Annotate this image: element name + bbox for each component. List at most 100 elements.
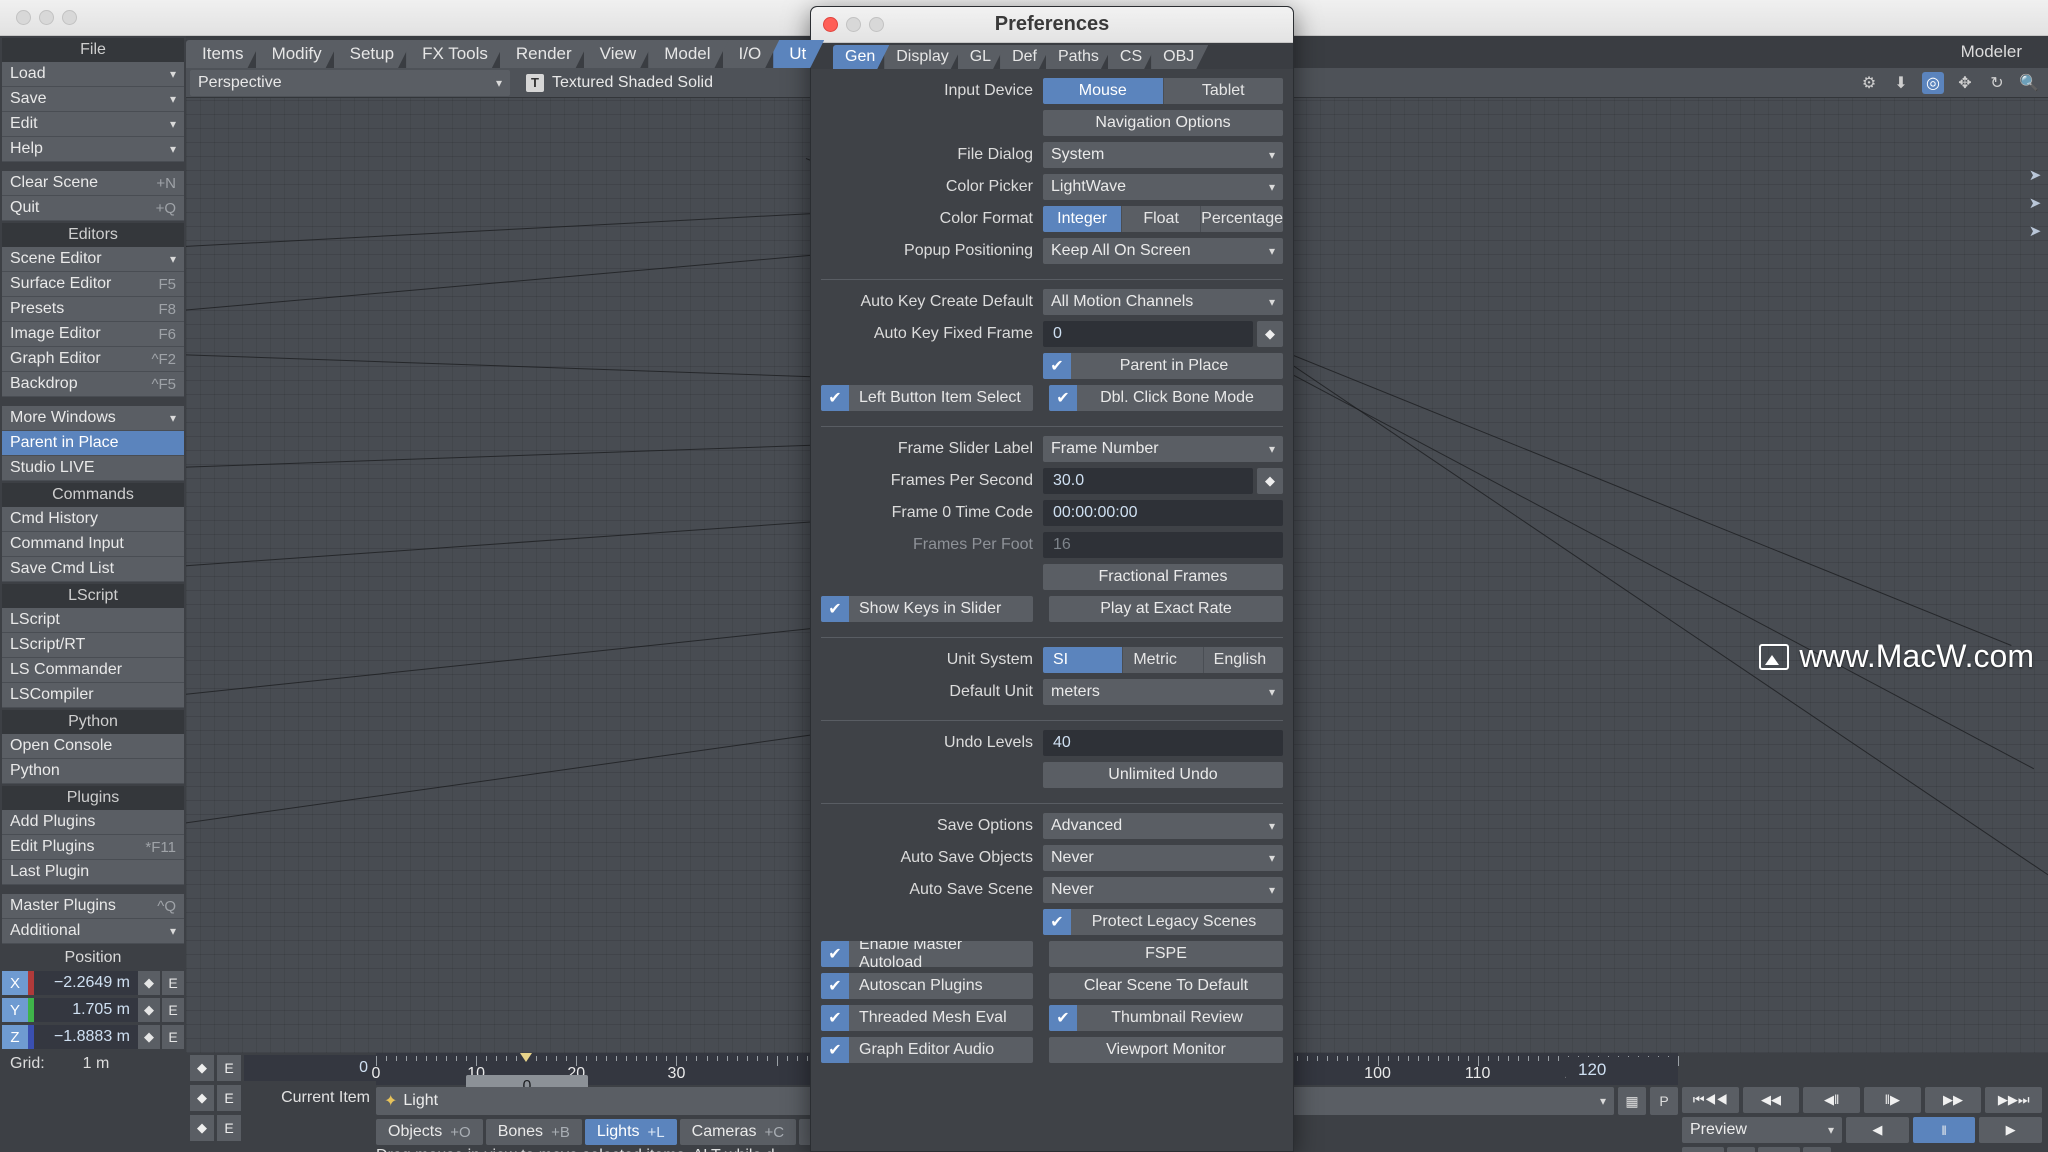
dropdown-file-dialog[interactable]: System ▾ <box>1043 142 1283 168</box>
sidebar-item-ls-commander[interactable]: LS Commander <box>2 658 184 683</box>
envelope-button[interactable]: E <box>162 971 184 995</box>
segment-mouse[interactable]: Mouse <box>1043 78 1164 104</box>
sidebar-item-last-plugin[interactable]: Last Plugin <box>2 860 184 885</box>
panel-button[interactable]: P <box>1650 1087 1678 1115</box>
prefs-tab-gl[interactable]: GL <box>958 45 1005 69</box>
button-unlimited-undo[interactable]: Unlimited Undo <box>1043 762 1283 788</box>
segment-metric[interactable]: Metric <box>1123 647 1204 673</box>
checkbox-parent-in-place[interactable]: ✔ Parent in Place <box>1043 353 1283 379</box>
selection-mode-cameras[interactable]: Cameras +C <box>679 1119 797 1145</box>
sidebar-item-scene-editor[interactable]: Scene Editor ▾ <box>2 247 184 272</box>
transport-button-0[interactable]: ⏮◀◀ <box>1682 1087 1739 1113</box>
input-frame-0-time-code[interactable]: 00:00:00:00 <box>1043 500 1283 526</box>
play-button[interactable]: ▶ <box>1979 1117 2043 1143</box>
sidebar-item-lscompiler[interactable]: LSCompiler <box>2 683 184 708</box>
axis-toggle-x[interactable]: X <box>2 971 28 995</box>
sidebar-item-edit-plugins[interactable]: Edit Plugins *F11 <box>2 835 184 860</box>
sidebar-item-additional[interactable]: Additional ▾ <box>2 919 184 944</box>
sidebar-item-lscript-rt[interactable]: LScript/RT <box>2 633 184 658</box>
prefs-tab-obj[interactable]: OBJ <box>1151 45 1208 69</box>
move-icon[interactable]: ✥ <box>1954 72 1976 94</box>
play-reverse-button[interactable]: ◀ <box>1846 1117 1909 1143</box>
item-properties-button[interactable]: ▦ <box>1618 1087 1646 1115</box>
selection-mode-objects[interactable]: Objects +O <box>376 1119 483 1145</box>
checkbox-show-keys-in-slider[interactable]: ✔ Show Keys in Slider <box>821 596 1033 622</box>
arrow-icon[interactable]: ➤ <box>2024 192 2046 214</box>
spinner-icon[interactable]: ◆ <box>190 1115 214 1141</box>
sidebar-item-cmd-history[interactable]: Cmd History <box>2 507 184 532</box>
end-frame-field[interactable]: 120 <box>1566 1057 1676 1083</box>
position-value-z[interactable]: −1.8883 m <box>34 1025 138 1049</box>
transport-button-5[interactable]: ▶▶⏭ <box>1985 1087 2043 1113</box>
checkbox-protect-legacy-scenes[interactable]: ✔ Protect Legacy Scenes <box>1043 909 1283 935</box>
arrow-icon[interactable]: ➤ <box>2024 164 2046 186</box>
spinner-icon[interactable]: ◆ <box>138 998 160 1022</box>
frame-start-value[interactable]: 0 <box>244 1055 376 1081</box>
dropdown-auto-key-create-default[interactable]: All Motion Channels ▾ <box>1043 289 1283 315</box>
sidebar-item-load[interactable]: Load ▾ <box>2 62 184 87</box>
checkbox-autoscan-plugins[interactable]: ✔ Autoscan Plugins <box>821 973 1033 999</box>
segment-tablet[interactable]: Tablet <box>1163 78 1283 104</box>
menu-tab-i-o[interactable]: I/O <box>723 40 780 68</box>
input-undo-levels[interactable]: 40 <box>1043 730 1283 756</box>
sidebar-item-python[interactable]: Python <box>2 759 184 784</box>
envelope-button[interactable]: E <box>217 1055 241 1081</box>
sidebar-item-open-console[interactable]: Open Console <box>2 734 184 759</box>
dropdown-default-unit[interactable]: meters ▾ <box>1043 679 1283 705</box>
sidebar-item-surface-editor[interactable]: Surface Editor F5 <box>2 272 184 297</box>
dropdown-auto-save-scene[interactable]: Never ▾ <box>1043 877 1283 903</box>
sidebar-item-save[interactable]: Save ▾ <box>2 87 184 112</box>
dropdown-popup-positioning[interactable]: Keep All On Screen ▾ <box>1043 238 1283 264</box>
checkbox-thumbnail-review[interactable]: ✔ Thumbnail Review <box>1049 1005 1283 1031</box>
axis-toggle-z[interactable]: Z <box>2 1025 28 1049</box>
selection-mode-bones[interactable]: Bones +B <box>485 1119 582 1145</box>
segment-integer[interactable]: Integer <box>1043 206 1123 232</box>
menu-tab-items[interactable]: Items <box>186 40 262 68</box>
button-fspe[interactable]: FSPE <box>1049 941 1283 967</box>
sidebar-item-edit[interactable]: Edit ▾ <box>2 112 184 137</box>
target-icon[interactable]: ◎ <box>1922 71 1944 94</box>
undo-button[interactable]: ↶^Z <box>1682 1147 1724 1152</box>
sidebar-item-help[interactable]: Help ▾ <box>2 137 184 162</box>
axis-toggle-y[interactable]: Y <box>2 998 28 1022</box>
selection-mode-lights[interactable]: Lights +L <box>584 1119 677 1145</box>
preferences-dialog[interactable]: Preferences Gen Display GL Def Paths CS OBJ In… <box>810 6 1294 1152</box>
search-icon[interactable]: 🔍 <box>2018 72 2040 94</box>
gear-icon[interactable]: ⚙ <box>1858 72 1880 94</box>
sidebar-item-studio-live[interactable]: Studio LIVE <box>2 456 184 481</box>
checkbox-graph-editor-audio[interactable]: ✔ Graph Editor Audio <box>821 1037 1033 1063</box>
prefs-tab-display[interactable]: Display <box>884 45 962 69</box>
sidebar-item-parent-in-place[interactable]: Parent in Place <box>2 431 184 456</box>
segment-float[interactable]: Float <box>1122 206 1202 232</box>
viewport-shading-mode[interactable]: T Textured Shaded Solid <box>526 73 713 92</box>
sidebar-item-save-cmd-list[interactable]: Save Cmd List <box>2 557 184 582</box>
segment-si[interactable]: SI <box>1043 647 1124 673</box>
sidebar-item-presets[interactable]: Presets F8 <box>2 297 184 322</box>
prefs-tab-cs[interactable]: CS <box>1108 45 1156 69</box>
spinner-icon[interactable]: ◆ <box>138 1025 160 1049</box>
redo-history-chevron-icon[interactable]: ▾ <box>1803 1147 1831 1152</box>
sidebar-item-backdrop[interactable]: Backdrop ^F5 <box>2 372 184 397</box>
arrow-icon[interactable]: ➤ <box>2024 220 2046 242</box>
checkbox-dbl-click-bone-mode[interactable]: ✔ Dbl. Click Bone Mode <box>1049 385 1283 411</box>
sidebar-item-quit[interactable]: Quit +Q <box>2 196 184 221</box>
sidebar-item-command-input[interactable]: Command Input <box>2 532 184 557</box>
button-fractional-frames[interactable]: Fractional Frames <box>1043 564 1283 590</box>
dropdown-save-options[interactable]: Advanced ▾ <box>1043 813 1283 839</box>
button-navigation-options[interactable]: Navigation Options <box>1043 110 1283 136</box>
checkbox-left-button-item-select[interactable]: ✔ Left Button Item Select <box>821 385 1033 411</box>
input-auto-key-fixed-frame[interactable]: 0 <box>1043 321 1253 347</box>
transport-button-1[interactable]: ◀◀ <box>1742 1087 1800 1113</box>
spinner-icon[interactable]: ◆ <box>1257 468 1283 494</box>
position-value-y[interactable]: 1.705 m <box>34 998 138 1022</box>
button-clear-scene-to-default[interactable]: Clear Scene To Default <box>1049 973 1283 999</box>
menu-tab-fx-tools[interactable]: FX Tools <box>406 40 506 68</box>
menu-tab-render[interactable]: Render <box>500 40 590 68</box>
spinner-icon[interactable]: ◆ <box>190 1085 214 1111</box>
sidebar-item-lscript[interactable]: LScript <box>2 608 184 633</box>
spinner-icon[interactable]: ◆ <box>190 1055 214 1081</box>
envelope-button[interactable]: E <box>217 1115 241 1141</box>
preview-mode-select[interactable]: Preview ▾ <box>1682 1117 1842 1143</box>
pause-button[interactable]: ‖ <box>1912 1117 1976 1143</box>
sidebar-item-graph-editor[interactable]: Graph Editor ^F2 <box>2 347 184 372</box>
